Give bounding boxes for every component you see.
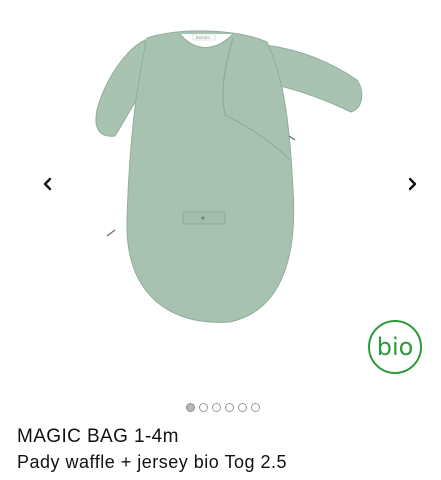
- chevron-left-icon: [43, 177, 52, 191]
- chevron-right-icon: [408, 177, 417, 191]
- carousel-pagination: [186, 403, 260, 412]
- pagination-dot[interactable]: [225, 403, 234, 412]
- sleeping-bag-image: bemini: [95, 30, 363, 323]
- previous-image-button[interactable]: [36, 172, 60, 196]
- pagination-dot[interactable]: [199, 403, 208, 412]
- bio-badge-label: bio: [376, 333, 414, 361]
- product-carousel[interactable]: bemini bio: [0, 0, 441, 395]
- pagination-dot[interactable]: [186, 403, 195, 412]
- pagination-dot[interactable]: [251, 403, 260, 412]
- pagination-dot[interactable]: [212, 403, 221, 412]
- product-name: MAGIC BAG: [17, 426, 129, 447]
- next-image-button[interactable]: [400, 172, 424, 196]
- product-size: 1-4m: [133, 426, 179, 447]
- product-description: Pady waffle + jersey bio Tog 2.5: [17, 452, 287, 472]
- product-title: MAGIC BAG 1-4m: [17, 426, 179, 448]
- bio-badge: bio: [368, 320, 422, 374]
- pagination-dot[interactable]: [238, 403, 247, 412]
- garment-label: bemini: [196, 35, 210, 40]
